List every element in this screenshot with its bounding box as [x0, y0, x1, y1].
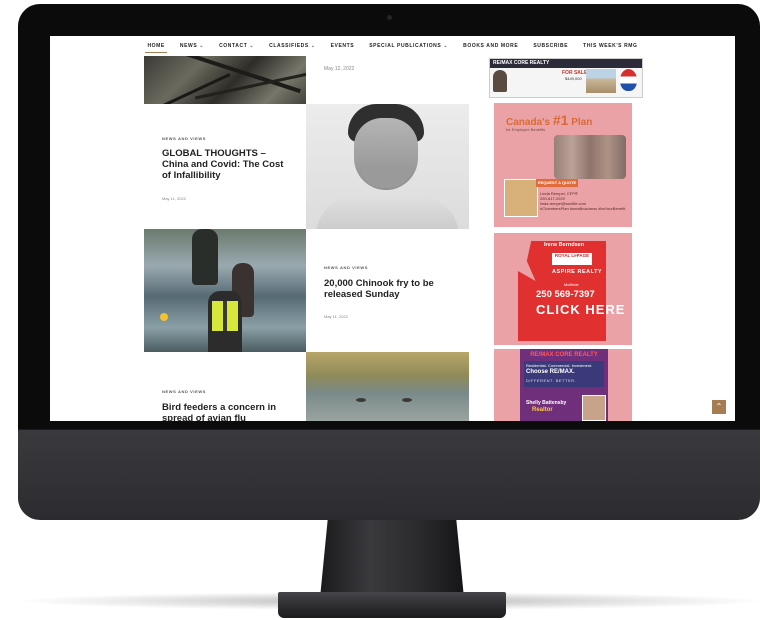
nav-label: NEWS	[179, 43, 198, 49]
agent-name: Shelly Battensby	[526, 400, 567, 406]
nav-item-books-and-more[interactable]: BOOKS AND MORE	[461, 40, 520, 52]
monitor-frame: HOME NEWS ⌄ CONTACT ⌄ CLASSIFIEDS ⌄ EVENTS …	[18, 4, 760, 520]
nav-label: BOOKS AND MORE	[463, 43, 519, 49]
agent-photo	[582, 395, 606, 421]
branch-shape	[147, 73, 231, 104]
agent-phone: 250 569-7397	[536, 289, 595, 300]
bird-shape	[356, 398, 366, 402]
ad-line: DIFFERENT. BETTER.	[526, 378, 577, 383]
main-navigation: HOME NEWS ⌄ CONTACT ⌄ CLASSIFIEDS ⌄ EVENTS …	[50, 36, 735, 56]
monitor-chin	[18, 429, 760, 520]
ad-remax-for-sale[interactable]: RE/MAX CORE REALTY FOR SALE $449,000	[489, 58, 643, 98]
article-thumbnail[interactable]	[144, 56, 306, 104]
post-date: May 12, 2022	[324, 66, 355, 72]
agent-photo	[504, 179, 538, 217]
article-title[interactable]: GLOBAL THOUGHTS – China and Covid: The C…	[162, 148, 292, 181]
portrait-shirt	[316, 196, 459, 229]
chevron-down-icon: ⌄	[249, 43, 255, 49]
monitor-stand-base	[278, 592, 506, 618]
monitor-stand	[320, 510, 464, 598]
ad-remax-core[interactable]: RE/MAX CORE REALTY Residential. Commerci…	[494, 349, 632, 421]
nav-label: HOME	[147, 43, 165, 49]
flower	[160, 313, 168, 321]
brokerage-logo: ROYAL LePAGE	[552, 253, 592, 265]
article-thumbnail[interactable]	[306, 104, 469, 229]
nav-item-contact[interactable]: CONTACT ⌄	[217, 40, 256, 52]
nav-item-special-publications[interactable]: SPECIAL PUBLICATIONS ⌄	[367, 40, 450, 52]
bird-shape	[402, 398, 412, 402]
click-here-button[interactable]: CLICK HERE	[536, 303, 625, 316]
ad-contact-info: Linda Rempel, CFP® 250-617-2929 linda.re…	[540, 191, 626, 211]
nav-label: SUBSCRIBE	[533, 43, 569, 49]
request-quote-button[interactable]: REQUEST A QUOTE	[536, 179, 578, 187]
browser-viewport: HOME NEWS ⌄ CONTACT ⌄ CLASSIFIEDS ⌄ EVENTS …	[50, 36, 735, 421]
nav-label: THIS WEEK'S RMG	[583, 43, 638, 49]
house-photo	[586, 69, 616, 93]
nav-item-this-weeks-rmg[interactable]: THIS WEEK'S RMG	[581, 40, 639, 52]
ad-subhead: for Employee Benefits	[506, 127, 546, 132]
agent-title: Realtor	[532, 407, 553, 413]
agent-photo	[493, 70, 507, 92]
article-category[interactable]: NEWS AND VIEWS	[162, 136, 206, 141]
nav-item-news[interactable]: NEWS ⌄	[178, 40, 206, 52]
article-category[interactable]: NEWS AND VIEWS	[324, 265, 368, 270]
chevron-down-icon: ⌄	[310, 43, 316, 49]
camera-icon	[387, 15, 392, 20]
ad-headline: Canada's #1 Plan	[506, 112, 593, 128]
article-category[interactable]: NEWS AND VIEWS	[162, 389, 206, 394]
safety-vest	[212, 301, 238, 331]
article-title[interactable]: Bird feeders a concern in spread of avia…	[162, 402, 292, 421]
article-thumbnail[interactable]	[306, 352, 469, 421]
article-title[interactable]: 20,000 Chinook fry to be released Sunday	[324, 278, 454, 300]
ad-royal-lepage[interactable]: Irene Berndsen ROYAL LePAGE ASPIRE REALT…	[494, 233, 632, 345]
nav-item-home[interactable]: HOME	[145, 40, 168, 53]
nav-label: SPECIAL PUBLICATIONS	[369, 43, 442, 49]
nav-item-events[interactable]: EVENTS	[329, 40, 357, 52]
ad-line: Choose RE/MAX.	[526, 369, 575, 375]
ad-line: Residential. Commercial. Investment.	[526, 363, 593, 368]
ad-brand: RE/MAX CORE REALTY	[493, 60, 550, 66]
back-to-top-button[interactable]: ⌃	[712, 400, 726, 414]
ad-price: $449,000	[565, 76, 582, 81]
article-date: May 11, 2022	[162, 196, 186, 201]
nav-label: CONTACT	[219, 43, 248, 49]
article-thumbnail[interactable]	[144, 229, 306, 352]
agent-name: Irene Berndsen	[544, 242, 585, 248]
chevron-down-icon: ⌄	[443, 43, 449, 49]
person-figure	[192, 229, 218, 285]
nav-item-classifieds[interactable]: CLASSIFIEDS ⌄	[267, 40, 317, 52]
balloon-logo-icon	[620, 69, 637, 91]
office-city: McBride	[564, 282, 579, 287]
nav-label: CLASSIFIEDS	[269, 43, 309, 49]
group-photo	[554, 135, 626, 179]
chevron-down-icon: ⌄	[199, 43, 205, 49]
nav-label: EVENTS	[330, 43, 355, 49]
article-date: May 11, 2022	[324, 314, 348, 319]
nav-item-subscribe[interactable]: SUBSCRIBE	[531, 40, 570, 52]
office-name: ASPIRE REALTY	[552, 269, 603, 275]
ad-chambers-plan[interactable]: Canada's #1 Plan for Employee Benefits R…	[494, 103, 632, 227]
ad-brand: RE/MAX CORE REALTY	[530, 352, 598, 358]
